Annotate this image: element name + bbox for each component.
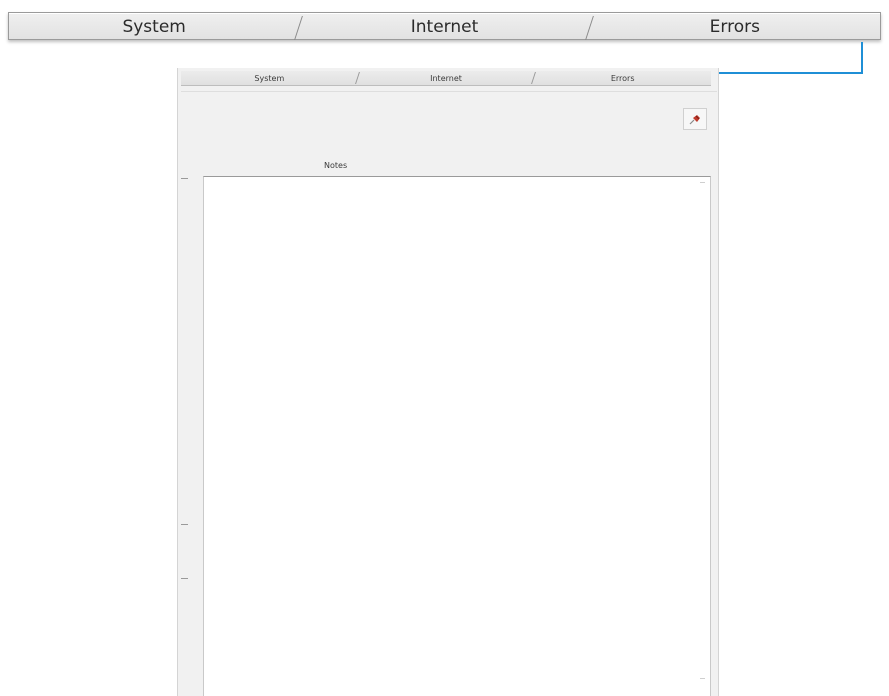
screenshot-root: System Internet Errors System Internet E… (0, 0, 889, 696)
tab-system[interactable]: System (181, 71, 358, 85)
zoomed-tab-internet[interactable]: Internet (299, 13, 590, 39)
callout-line-horizontal (703, 72, 863, 74)
toolbar-divider (181, 91, 717, 92)
tab-internet[interactable]: Internet (358, 71, 535, 85)
notes-textarea[interactable] (203, 176, 711, 696)
pin-icon (689, 115, 700, 125)
scrollbar-bottom-mark (700, 678, 705, 679)
tab-system-label: System (254, 73, 285, 83)
scrollbar-top-mark (700, 182, 705, 183)
notes-window: System Internet Errors Notes (177, 68, 719, 696)
tab-internet-label: Internet (430, 73, 462, 83)
left-margin-tick (181, 178, 188, 179)
callout-line-vertical (861, 42, 863, 74)
left-margin-tick (181, 578, 188, 579)
zoomed-tab-errors-label: Errors (709, 16, 760, 37)
zoomed-tab-bar: System Internet Errors (8, 12, 881, 40)
zoomed-tab-system-label: System (122, 16, 186, 37)
notes-label: Notes (324, 161, 348, 170)
pin-button[interactable] (683, 108, 707, 130)
zoomed-tab-errors[interactable]: Errors (589, 13, 880, 39)
zoomed-tab-system[interactable]: System (9, 13, 300, 39)
left-margin-tick (181, 524, 188, 525)
tab-errors-label: Errors (610, 73, 635, 83)
zoomed-tab-internet-label: Internet (410, 16, 479, 37)
tab-errors[interactable]: Errors (534, 71, 711, 85)
window-tab-bar: System Internet Errors (181, 71, 711, 86)
